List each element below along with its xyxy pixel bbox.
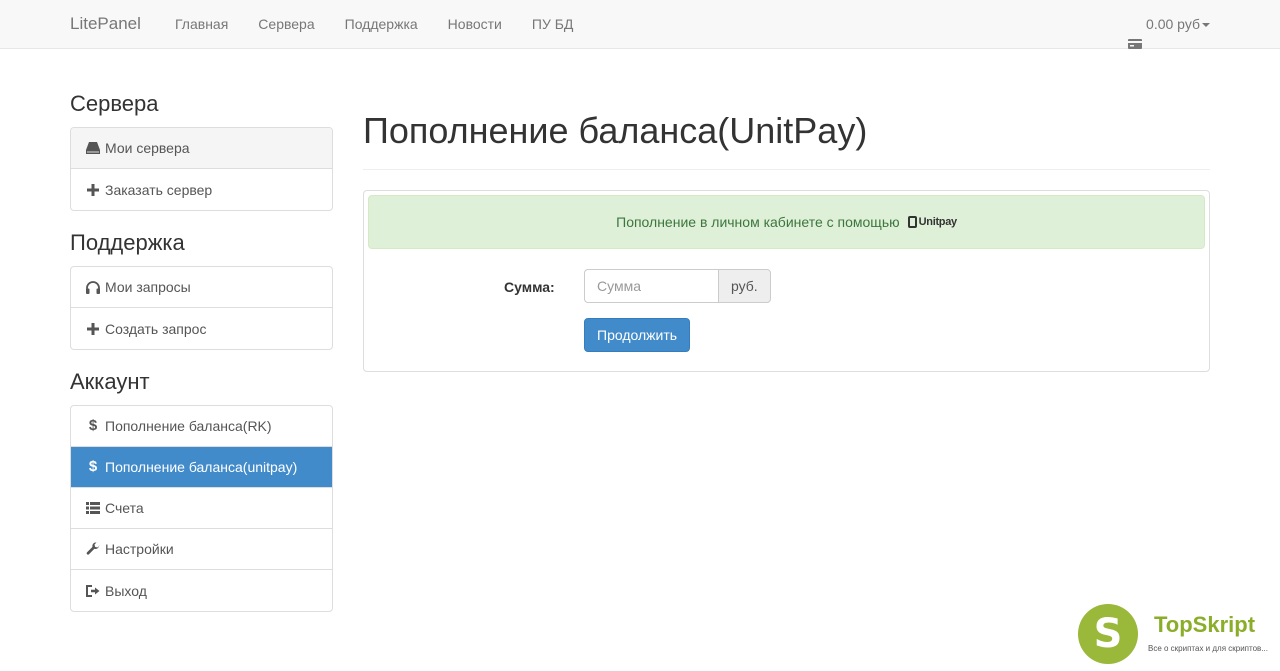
sidebar-heading-support: Поддержка <box>70 230 185 255</box>
credit-card-icon <box>1128 20 1143 49</box>
unitpay-logo-icon <box>907 216 917 228</box>
balance-dropdown[interactable]: 0.00 руб <box>1128 0 1210 49</box>
sidebar-item-label: Выход <box>105 582 147 599</box>
currency-addon: руб. <box>718 269 771 303</box>
sidebar-item-my-servers[interactable]: Мои сервера <box>71 128 332 169</box>
sidebar-item-create-request[interactable]: Создать запрос <box>71 308 332 349</box>
balance-amount: 0.00 руб <box>1146 16 1200 32</box>
top-navbar: LitePanel Главная Сервера Поддержка Ново… <box>0 0 1280 49</box>
sidebar-item-topup-unitpay[interactable]: $ Пополнение баланса(unitpay) <box>71 447 332 488</box>
dollar-icon: $ <box>88 417 98 434</box>
nav-db-panel[interactable]: ПУ БД <box>517 0 589 49</box>
nav-support[interactable]: Поддержка <box>330 0 433 49</box>
sum-input-group: руб. <box>584 269 771 303</box>
list-icon <box>86 501 100 515</box>
sidebar-item-label: Создать запрос <box>105 320 207 337</box>
chevron-down-icon <box>1202 22 1210 27</box>
topskript-logo-icon: S <box>1078 604 1138 664</box>
plus-icon <box>86 183 100 197</box>
sidebar-support-list: Мои запросы Создать запрос <box>70 266 333 350</box>
unitpay-logo-text: Unitpay <box>918 216 958 228</box>
sidebar-heading-servers: Сервера <box>70 91 159 116</box>
sidebar-item-label: Заказать сервер <box>105 181 213 198</box>
sidebar-item-label: Пополнение баланса(RK) <box>105 418 272 434</box>
topup-panel: Пополнение в личном кабинете с помощью U… <box>363 190 1210 372</box>
sidebar-item-label: Пополнение баланса(unitpay) <box>105 459 298 475</box>
nav-news[interactable]: Новости <box>433 0 517 49</box>
title-divider <box>363 169 1210 170</box>
sidebar-item-settings[interactable]: Настройки <box>71 529 332 570</box>
sidebar-servers-list: Мои сервера Заказать сервер <box>70 127 333 211</box>
continue-button[interactable]: Продолжить <box>584 318 691 352</box>
sidebar-account-list: $ Пополнение баланса(RK) $ Пополнение ба… <box>70 405 333 612</box>
hdd-icon <box>86 141 100 155</box>
sum-input[interactable] <box>584 269 718 303</box>
sidebar-item-my-requests[interactable]: Мои запросы <box>71 267 332 308</box>
sidebar-item-topup-rk[interactable]: $ Пополнение баланса(RK) <box>71 406 332 447</box>
brand-link[interactable]: LitePanel <box>70 14 141 34</box>
wrench-icon <box>86 542 100 556</box>
sidebar-heading-account: Аккаунт <box>70 369 150 394</box>
sidebar-item-invoices[interactable]: Счета <box>71 488 332 529</box>
unitpay-logo: Unitpay <box>907 216 958 228</box>
alert-text: Пополнение в личном кабинете с помощью <box>616 214 900 230</box>
unitpay-info-alert: Пополнение в личном кабинете с помощью U… <box>368 195 1205 249</box>
sidebar-item-label: Мои запросы <box>105 279 191 295</box>
nav-links: Главная Сервера Поддержка Новости ПУ БД <box>160 0 588 49</box>
dollar-icon: $ <box>88 458 98 475</box>
sidebar-item-label: Настройки <box>105 541 174 557</box>
sidebar-item-label: Счета <box>105 500 144 516</box>
topskript-tagline: Все о скриптах и для скриптов... <box>1148 644 1268 653</box>
sidebar-item-label: Мои сервера <box>105 140 190 156</box>
nav-servers[interactable]: Сервера <box>243 0 329 49</box>
nav-home[interactable]: Главная <box>160 0 243 49</box>
sidebar-item-logout[interactable]: Выход <box>71 570 332 611</box>
headphones-icon <box>86 280 100 294</box>
topskript-watermark: S TopSkript Все о скриптах и для скрипто… <box>1078 604 1280 671</box>
plus-icon <box>86 322 100 336</box>
logout-icon <box>86 584 100 598</box>
page-title: Пополнение баланса(UnitPay) <box>363 110 868 151</box>
topskript-name: TopSkript <box>1154 612 1256 637</box>
sidebar-item-order-server[interactable]: Заказать сервер <box>71 169 332 210</box>
sum-label: Сумма: <box>504 279 555 295</box>
